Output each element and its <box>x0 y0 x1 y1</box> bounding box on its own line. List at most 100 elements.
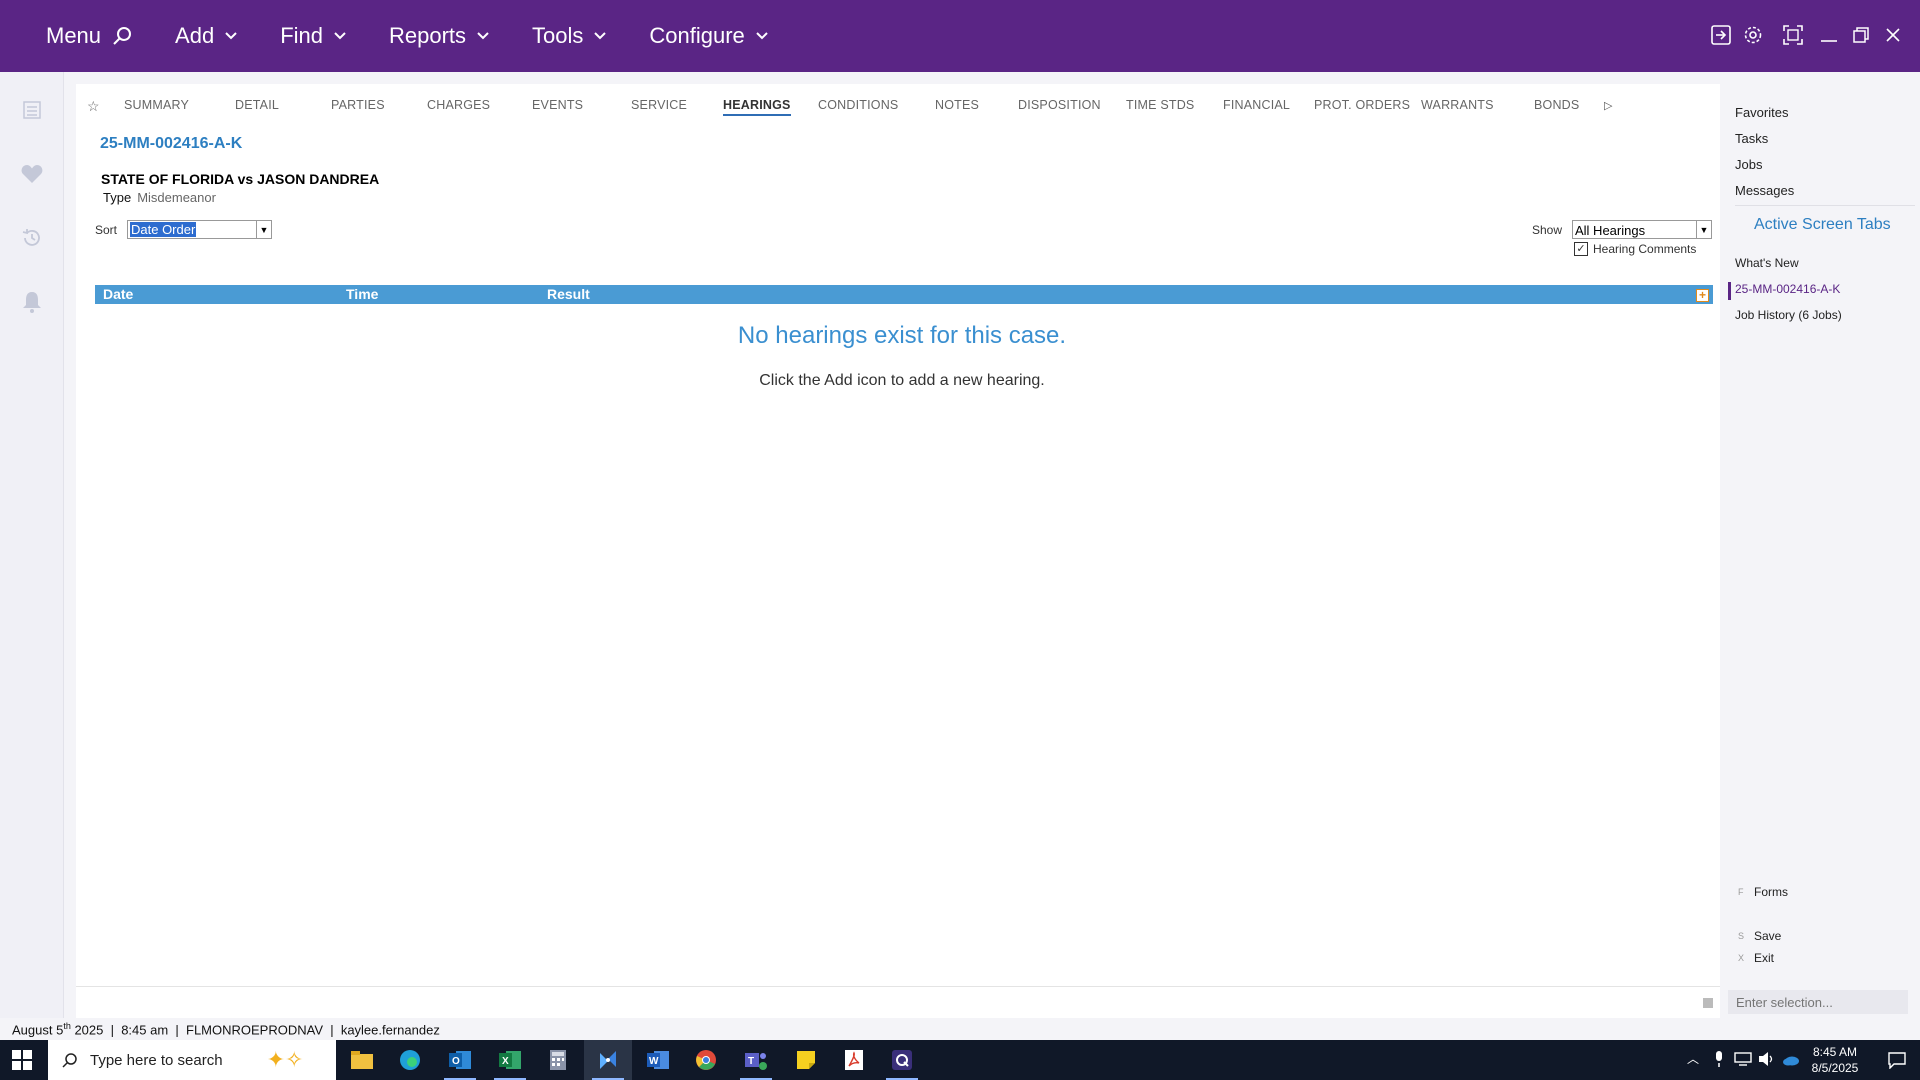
show-select[interactable]: All Hearings ▼ <box>1572 220 1712 239</box>
dropdown-arrow-icon[interactable]: ▼ <box>256 221 271 238</box>
exit-action[interactable]: Exit <box>1754 951 1774 965</box>
tab-time-stds[interactable]: TIME STDS <box>1126 98 1194 112</box>
tab-prot-orders[interactable]: PROT. ORDERS <box>1314 98 1410 112</box>
chrome-icon[interactable] <box>682 1040 730 1080</box>
tab-service[interactable]: SERVICE <box>631 98 687 112</box>
outlook-icon[interactable]: O <box>436 1040 484 1080</box>
gear-icon[interactable] <box>1740 22 1766 48</box>
tab-events[interactable]: EVENTS <box>532 98 583 112</box>
screen-tab-case[interactable]: 25-MM-002416-A-K <box>1735 282 1840 296</box>
close-icon[interactable] <box>1880 22 1906 48</box>
taskbar-clock[interactable]: 8:45 AM 8/5/2025 <box>1800 1044 1870 1076</box>
active-screen-tabs-heading: Active Screen Tabs <box>1754 216 1891 233</box>
jobs-link[interactable]: Jobs <box>1735 157 1762 172</box>
tools-menu[interactable]: Tools <box>532 23 607 49</box>
left-rail <box>0 72 64 1018</box>
empty-state-message: No hearings exist for this case. <box>737 322 1067 349</box>
find-label: Find <box>280 23 323 48</box>
find-menu[interactable]: Find <box>280 23 347 49</box>
top-navigation-bar: Menu Add Find Reports Tools Configure <box>0 0 1920 72</box>
tab-charges[interactable]: CHARGES <box>427 98 490 112</box>
svg-text:W: W <box>649 1056 659 1067</box>
tab-hearings[interactable]: HEARINGS <box>723 98 791 116</box>
favorites-link[interactable]: Favorites <box>1735 105 1788 120</box>
resize-grip-icon[interactable] <box>1703 998 1713 1008</box>
history-icon[interactable] <box>20 226 44 250</box>
windows-start-icon[interactable] <box>12 1050 32 1070</box>
column-header-result[interactable]: Result <box>547 286 590 302</box>
configure-menu[interactable]: Configure <box>649 23 768 49</box>
tasks-link[interactable]: Tasks <box>1735 131 1768 146</box>
divider <box>1735 205 1915 206</box>
reports-menu[interactable]: Reports <box>389 23 490 49</box>
taskbar-date: 8/5/2025 <box>1811 1061 1859 1075</box>
volume-icon[interactable] <box>1758 1051 1776 1070</box>
tab-parties[interactable]: PARTIES <box>331 98 385 112</box>
microphone-icon[interactable] <box>1714 1051 1724 1070</box>
hearing-comments-checkbox[interactable]: ✓ <box>1574 242 1588 256</box>
calculator-icon[interactable] <box>534 1040 582 1080</box>
menu-button[interactable]: Menu <box>46 23 133 49</box>
case-type: Type Misdemeanor <box>103 190 216 205</box>
heart-icon[interactable] <box>20 162 44 186</box>
search-icon <box>113 27 132 45</box>
show-label: Show <box>1532 223 1563 237</box>
save-action[interactable]: Save <box>1754 929 1781 943</box>
search-icon <box>62 1053 77 1068</box>
status-date-suffix: th <box>63 1021 71 1031</box>
tabs-more-icon[interactable]: ▷ <box>1604 99 1612 112</box>
status-date: August 5 <box>12 1022 64 1038</box>
word-icon[interactable]: W <box>634 1040 682 1080</box>
tab-bonds[interactable]: BONDS <box>1534 98 1579 112</box>
column-header-date[interactable]: Date <box>103 286 133 302</box>
sign-out-icon[interactable] <box>1708 22 1734 48</box>
teams-icon[interactable]: T <box>732 1040 780 1080</box>
restore-icon[interactable] <box>1848 22 1874 48</box>
list-icon[interactable] <box>20 98 44 122</box>
tab-detail[interactable]: DETAIL <box>235 98 279 112</box>
messages-link[interactable]: Messages <box>1735 183 1794 198</box>
add-menu[interactable]: Add <box>175 23 238 49</box>
sticky-notes-icon[interactable] <box>782 1040 830 1080</box>
tab-financial[interactable]: FINANCIAL <box>1223 98 1290 112</box>
notifications-icon[interactable] <box>1888 1051 1906 1072</box>
tab-notes[interactable]: NOTES <box>935 98 979 112</box>
add-hearing-icon[interactable]: + <box>1696 289 1709 302</box>
minimize-icon[interactable] <box>1816 22 1842 48</box>
tab-disposition[interactable]: DISPOSITION <box>1018 98 1101 112</box>
exit-shortcut-key: X <box>1738 953 1745 963</box>
network-icon[interactable] <box>1734 1052 1752 1069</box>
status-bar: August 5th 2025 | 8:45 am | FLMONROEPROD… <box>0 1018 1920 1040</box>
taskbar-search-placeholder: Type here to search <box>90 1051 223 1069</box>
star-icon[interactable]: ☆ <box>87 98 100 115</box>
dropdown-arrow-icon[interactable]: ▼ <box>1696 221 1711 238</box>
taskbar-search[interactable]: Type here to search ✦✧ <box>48 1040 336 1080</box>
screen-tab-whats-new[interactable]: What's New <box>1735 256 1799 270</box>
selection-input[interactable] <box>1728 990 1908 1014</box>
column-header-time[interactable]: Time <box>346 286 378 302</box>
forms-shortcut-key: F <box>1738 887 1744 897</box>
forms-action[interactable]: Forms <box>1754 885 1788 899</box>
sort-select[interactable]: Date Order ▼ <box>127 220 272 239</box>
screen-tab-job-history[interactable]: Job History (6 Jobs) <box>1735 308 1842 322</box>
chevron-down-icon <box>594 32 607 40</box>
case-type-value: Misdemeanor <box>137 190 216 205</box>
file-explorer-icon[interactable] <box>338 1040 386 1080</box>
onedrive-icon[interactable] <box>1782 1054 1800 1069</box>
fullscreen-icon[interactable] <box>1780 22 1806 48</box>
case-tabs: ☆ SUMMARY DETAIL PARTIES CHARGES EVENTS … <box>76 84 1720 128</box>
chevron-up-icon[interactable]: ︿ <box>1687 1050 1699 1067</box>
tab-summary[interactable]: SUMMARY <box>124 98 189 112</box>
case-number-link[interactable]: 25-MM-002416-A-K <box>100 135 242 153</box>
app-q-icon[interactable] <box>878 1040 926 1080</box>
edge-icon[interactable] <box>386 1040 434 1080</box>
acrobat-icon[interactable] <box>830 1040 878 1080</box>
excel-icon[interactable]: X <box>486 1040 534 1080</box>
bell-icon[interactable] <box>20 290 44 314</box>
hearing-comments-option[interactable]: ✓ Hearing Comments <box>1574 242 1696 256</box>
tab-warrants[interactable]: WARRANTS <box>1421 98 1494 112</box>
tab-conditions[interactable]: CONDITIONS <box>818 98 898 112</box>
sort-label: Sort <box>95 223 118 237</box>
case-app-icon[interactable] <box>584 1040 632 1080</box>
sparkle-icon: ✦✧ <box>266 1047 304 1072</box>
